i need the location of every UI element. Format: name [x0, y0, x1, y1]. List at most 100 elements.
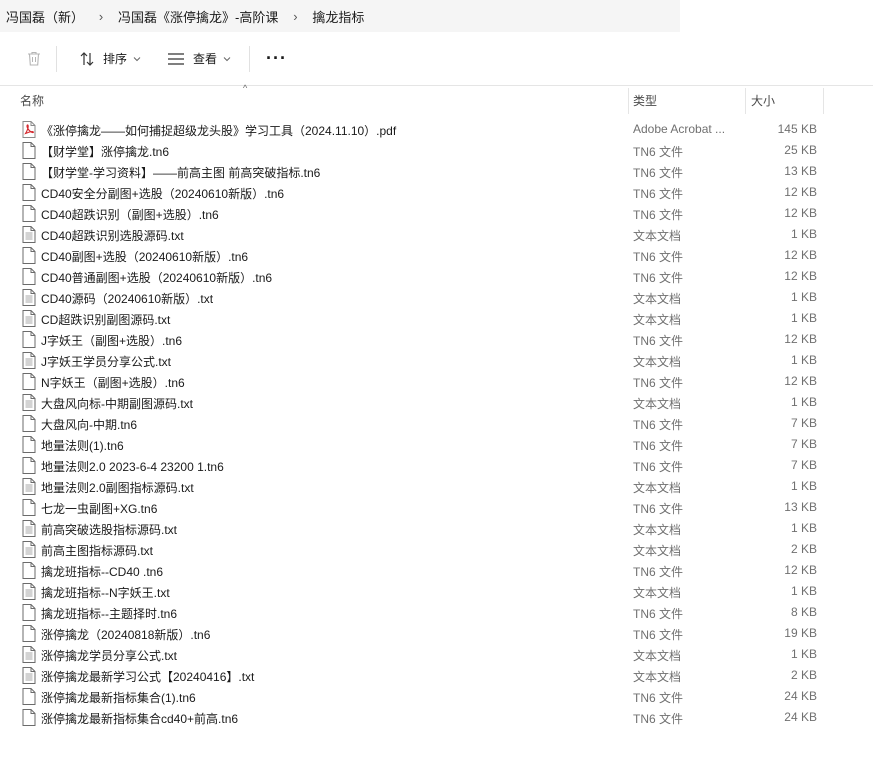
- file-row[interactable]: 【财学堂-学习资料】——前高主图 前高突破指标.tn6 TN6 文件 13 KB: [0, 161, 873, 182]
- file-row[interactable]: 涨停擒龙最新指标集合(1).tn6 TN6 文件 24 KB: [0, 686, 873, 707]
- file-row[interactable]: 涨停擒龙（20240818新版）.tn6 TN6 文件 19 KB: [0, 623, 873, 644]
- text-file-icon: [22, 310, 36, 327]
- file-icon: [22, 415, 36, 432]
- file-name: J字妖王（副图+选股）.tn6: [41, 334, 183, 348]
- file-name: 【财学堂】涨停擒龙.tn6: [41, 145, 170, 159]
- file-name: 擒龙班指标--N字妖王.txt: [41, 586, 170, 600]
- trash-icon: [28, 51, 40, 66]
- file-type: 文本文档: [633, 292, 682, 306]
- file-type: TN6 文件: [633, 250, 684, 264]
- file-name: 大盘风向-中期.tn6: [41, 418, 138, 432]
- sort-button[interactable]: 排序: [73, 44, 147, 74]
- column-divider[interactable]: [823, 88, 824, 114]
- text-file-icon: [22, 352, 36, 369]
- sort-arrows-icon: [80, 51, 94, 66]
- view-button[interactable]: 查看: [161, 44, 237, 74]
- file-name: 前高突破选股指标源码.txt: [41, 523, 178, 537]
- text-file-icon: [22, 520, 36, 537]
- file-row[interactable]: CD40源码（20240610新版）.txt 文本文档 1 KB: [0, 287, 873, 308]
- text-file-icon: [22, 541, 36, 558]
- file-icon: [22, 625, 36, 642]
- column-divider[interactable]: [745, 88, 746, 114]
- file-type: TN6 文件: [633, 712, 684, 726]
- file-type: 文本文档: [633, 586, 682, 600]
- breadcrumb-item[interactable]: 冯国磊（新）: [6, 7, 84, 26]
- file-name: J字妖王学员分享公式.txt: [41, 355, 172, 369]
- file-row[interactable]: J字妖王学员分享公式.txt 文本文档 1 KB: [0, 350, 873, 371]
- file-size: 24 KB: [784, 710, 817, 724]
- file-type: TN6 文件: [633, 418, 684, 432]
- file-name: CD40源码（20240610新版）.txt: [41, 292, 214, 306]
- file-row[interactable]: 擒龙班指标--主题择时.tn6 TN6 文件 8 KB: [0, 602, 873, 623]
- file-type: TN6 文件: [633, 502, 684, 516]
- file-row[interactable]: CD超跌识别副图源码.txt 文本文档 1 KB: [0, 308, 873, 329]
- file-name: 涨停擒龙学员分享公式.txt: [41, 649, 178, 663]
- file-row[interactable]: CD40普通副图+选股（20240610新版）.tn6 TN6 文件 12 KB: [0, 266, 873, 287]
- file-name: 擒龙班指标--主题择时.tn6: [41, 607, 178, 621]
- column-header-name[interactable]: 名称: [20, 86, 620, 114]
- file-name: 七龙一虫副图+XG.tn6: [41, 502, 158, 516]
- file-row[interactable]: 地量法则(1).tn6 TN6 文件 7 KB: [0, 434, 873, 455]
- file-row[interactable]: J字妖王（副图+选股）.tn6 TN6 文件 12 KB: [0, 329, 873, 350]
- file-type: 文本文档: [633, 544, 682, 558]
- file-row[interactable]: 【财学堂】涨停擒龙.tn6 TN6 文件 25 KB: [0, 140, 873, 161]
- breadcrumb-item[interactable]: 冯国磊《涨停擒龙》-高阶课: [118, 7, 278, 26]
- column-divider[interactable]: [628, 88, 629, 114]
- file-type: TN6 文件: [633, 187, 684, 201]
- file-type: TN6 文件: [633, 376, 684, 390]
- file-row[interactable]: 擒龙班指标--CD40 .tn6 TN6 文件 12 KB: [0, 560, 873, 581]
- file-row[interactable]: 《涨停擒龙——如何捕捉超级龙头股》学习工具（2024.11.10）.pdf Ado…: [0, 119, 873, 140]
- file-row[interactable]: 地量法则2.0副图指标源码.txt 文本文档 1 KB: [0, 476, 873, 497]
- column-header-type[interactable]: 类型: [633, 86, 743, 114]
- file-row[interactable]: CD40超跌识别选股源码.txt 文本文档 1 KB: [0, 224, 873, 245]
- file-row[interactable]: 前高突破选股指标源码.txt 文本文档 1 KB: [0, 518, 873, 539]
- file-row[interactable]: 涨停擒龙最新指标集合cd40+前高.tn6 TN6 文件 24 KB: [0, 707, 873, 728]
- chevron-down-icon: [133, 56, 141, 61]
- delete-button[interactable]: [20, 44, 48, 74]
- file-size: 1 KB: [790, 521, 817, 535]
- file-row[interactable]: 大盘风向标-中期副图源码.txt 文本文档 1 KB: [0, 392, 873, 413]
- file-type: 文本文档: [633, 397, 682, 411]
- text-file-icon: [22, 226, 36, 243]
- file-type: 文本文档: [633, 670, 682, 684]
- file-row[interactable]: 地量法则2.0 2023-6-4 23200 1.tn6 TN6 文件 7 KB: [0, 455, 873, 476]
- text-file-icon: [22, 394, 36, 411]
- file-row[interactable]: CD40副图+选股（20240610新版）.tn6 TN6 文件 12 KB: [0, 245, 873, 266]
- file-size: 2 KB: [790, 668, 817, 682]
- file-row[interactable]: 涨停擒龙最新学习公式【20240416】.txt 文本文档 2 KB: [0, 665, 873, 686]
- file-icon: [22, 457, 36, 474]
- file-icon: [22, 205, 36, 222]
- more-options-button[interactable]: ···: [258, 44, 295, 74]
- breadcrumb-item[interactable]: 擒龙指标: [312, 7, 364, 26]
- file-size: 145 KB: [777, 122, 817, 136]
- file-type: TN6 文件: [633, 145, 684, 159]
- pdf-icon: [22, 121, 36, 138]
- file-type: TN6 文件: [633, 691, 684, 705]
- file-type: 文本文档: [633, 649, 682, 663]
- file-name: CD40安全分副图+选股（20240610新版）.tn6: [41, 187, 285, 201]
- file-icon: [22, 184, 36, 201]
- file-icon: [22, 436, 36, 453]
- file-row[interactable]: 涨停擒龙学员分享公式.txt 文本文档 1 KB: [0, 644, 873, 665]
- file-size: 12 KB: [784, 332, 817, 346]
- file-row[interactable]: 擒龙班指标--N字妖王.txt 文本文档 1 KB: [0, 581, 873, 602]
- column-header-size[interactable]: 大小: [751, 86, 821, 114]
- file-row[interactable]: CD40安全分副图+选股（20240610新版）.tn6 TN6 文件 12 KB: [0, 182, 873, 203]
- file-row[interactable]: 前高主图指标源码.txt 文本文档 2 KB: [0, 539, 873, 560]
- chevron-right-icon[interactable]: ›: [84, 9, 118, 24]
- file-name: 前高主图指标源码.txt: [41, 544, 154, 558]
- file-row[interactable]: N字妖王（副图+选股）.tn6 TN6 文件 12 KB: [0, 371, 873, 392]
- file-row[interactable]: 七龙一虫副图+XG.tn6 TN6 文件 13 KB: [0, 497, 873, 518]
- file-size: 1 KB: [790, 290, 817, 304]
- file-size: 25 KB: [784, 143, 817, 157]
- file-name: 地量法则(1).tn6: [41, 439, 124, 453]
- chevron-right-icon[interactable]: ›: [278, 9, 312, 24]
- file-name: 涨停擒龙最新学习公式【20240416】.txt: [41, 670, 255, 684]
- file-name: 地量法则2.0 2023-6-4 23200 1.tn6: [41, 460, 224, 474]
- file-size: 12 KB: [784, 374, 817, 388]
- file-type: TN6 文件: [633, 460, 684, 474]
- text-file-icon: [22, 667, 36, 684]
- file-type: TN6 文件: [633, 208, 684, 222]
- file-row[interactable]: 大盘风向-中期.tn6 TN6 文件 7 KB: [0, 413, 873, 434]
- file-row[interactable]: CD40超跌识别（副图+选股）.tn6 TN6 文件 12 KB: [0, 203, 873, 224]
